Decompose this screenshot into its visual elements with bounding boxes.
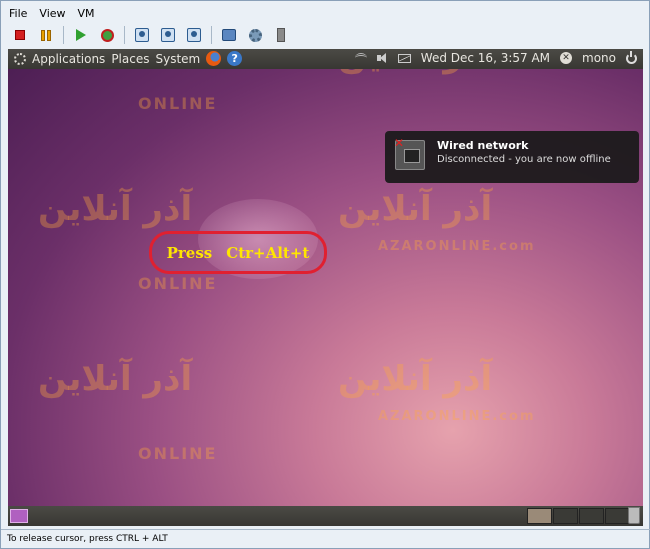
usb-icon[interactable]	[270, 25, 292, 45]
notification-body: Disconnected - you are now offline	[437, 154, 611, 165]
status-text: To release cursor, press CTRL + ALT	[7, 534, 168, 544]
toolbar-divider	[124, 26, 125, 44]
show-desktop-icon[interactable]	[10, 509, 28, 523]
user-icon: ✕	[560, 52, 573, 64]
settings-icon[interactable]	[244, 25, 266, 45]
clock[interactable]: Wed Dec 16, 3:57 AM	[421, 51, 550, 65]
annotation-press: Press	[166, 243, 213, 262]
shortcut-annotation: Press Ctr+Alt+t	[149, 231, 327, 274]
host-menubar: File View VM	[9, 7, 95, 23]
reset-icon[interactable]	[96, 25, 118, 45]
menu-places[interactable]: Places	[111, 52, 149, 66]
watermark-arabic: آذر آنلاین	[338, 359, 493, 399]
watermark-latin: ONLINE	[138, 94, 218, 113]
watermark-arabic: آذر آنلاین	[38, 189, 193, 229]
watermark-arabic: آذر آنلاین	[38, 359, 193, 399]
guest-screen[interactable]: آذر آنلاین ONLINE آذر آنلاین آذر آنلاین …	[8, 49, 643, 526]
host-window: File View VM آذر آنلاین ONLINE آذر آنلای…	[0, 0, 650, 549]
host-toolbar	[9, 24, 292, 46]
watermark-domain: AZARONLINE.com	[378, 409, 536, 424]
trash-icon[interactable]	[628, 507, 640, 524]
notification-bubble: Wired network Disconnected - you are now…	[385, 131, 639, 183]
workspace-2[interactable]	[553, 508, 578, 524]
gnome-bottom-panel	[8, 506, 643, 526]
workspace-4[interactable]	[605, 508, 630, 524]
workspace-3[interactable]	[579, 508, 604, 524]
host-status-bar: To release cursor, press CTRL + ALT	[1, 529, 650, 549]
gnome-top-panel: Applications Places System ? Wed Dec 16,…	[8, 49, 643, 69]
notification-title: Wired network	[437, 139, 529, 152]
menu-file[interactable]: File	[9, 7, 27, 23]
menu-system[interactable]: System	[155, 52, 200, 66]
snapshot-icon[interactable]	[131, 25, 153, 45]
network-icon[interactable]	[354, 53, 367, 63]
play-icon[interactable]	[70, 25, 92, 45]
user-name[interactable]: mono	[582, 51, 616, 65]
menu-view[interactable]: View	[39, 7, 65, 23]
toolbar-divider	[211, 26, 212, 44]
help-icon[interactable]: ?	[227, 51, 243, 66]
volume-icon[interactable]	[376, 53, 388, 63]
fullscreen-icon[interactable]	[218, 25, 240, 45]
network-disconnected-icon	[394, 136, 425, 170]
firefox-icon[interactable]	[206, 51, 222, 66]
watermark-latin: ONLINE	[138, 274, 218, 293]
toolbar-divider	[63, 26, 64, 44]
stop-icon[interactable]	[9, 25, 31, 45]
menu-vm[interactable]: VM	[78, 7, 95, 23]
workspace-1[interactable]	[527, 508, 552, 524]
menu-applications[interactable]: Applications	[32, 52, 105, 66]
watermark-domain: AZARONLINE.com	[378, 239, 536, 254]
revert-snapshot-icon[interactable]	[157, 25, 179, 45]
ubuntu-logo-icon	[14, 52, 26, 65]
power-icon[interactable]	[626, 50, 637, 64]
annotation-shortcut: Ctr+Alt+t	[226, 243, 310, 262]
watermark-arabic: آذر آنلاین	[338, 189, 493, 229]
pause-icon[interactable]	[35, 25, 57, 45]
watermark-latin: ONLINE	[138, 444, 218, 463]
mail-icon[interactable]	[397, 53, 411, 63]
manage-snapshots-icon[interactable]	[183, 25, 205, 45]
